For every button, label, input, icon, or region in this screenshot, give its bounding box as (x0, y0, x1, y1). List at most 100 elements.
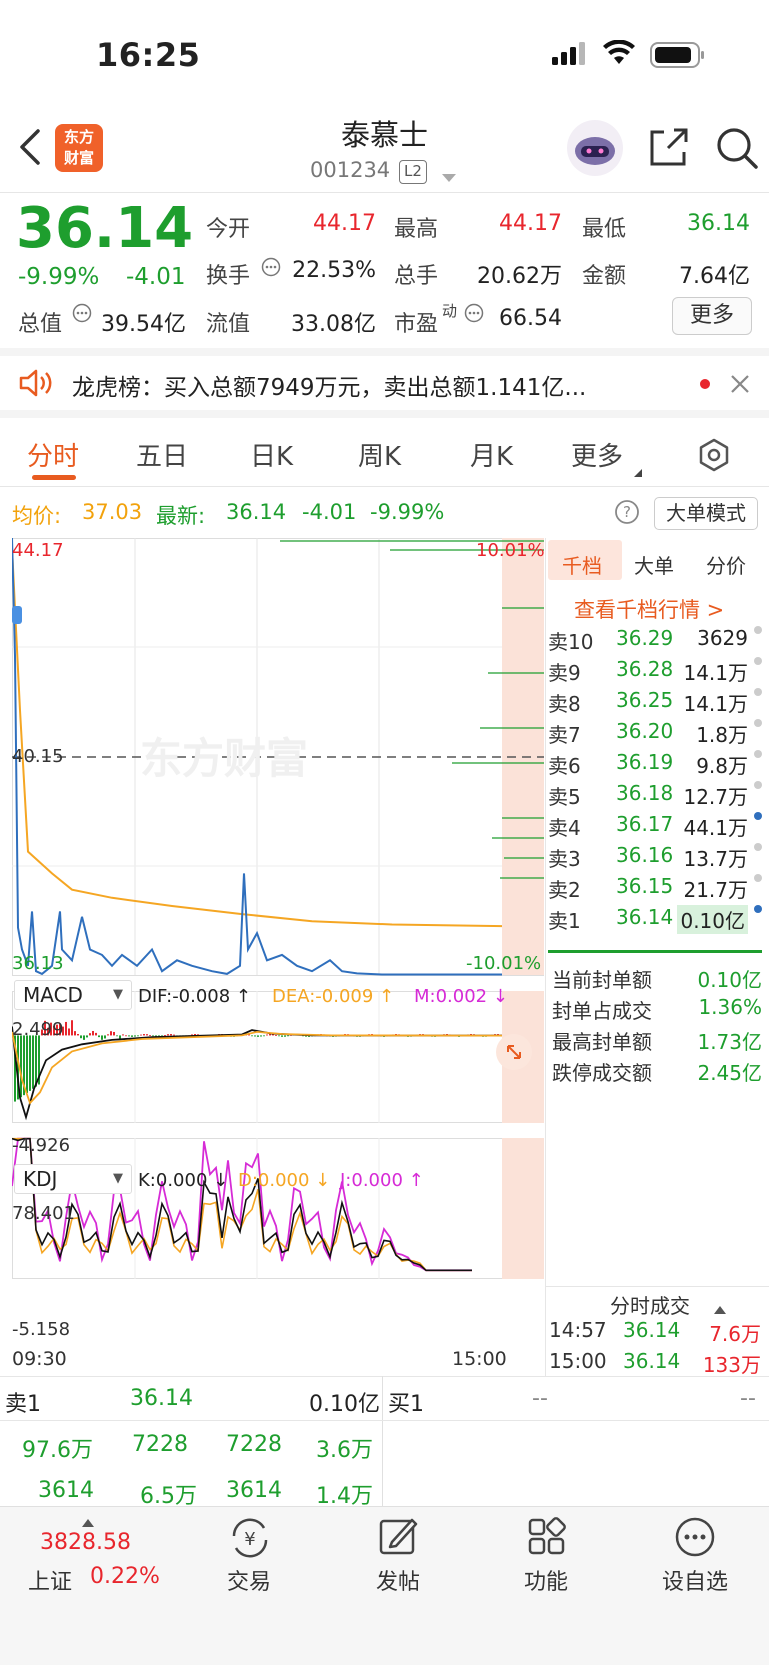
orderbook-sell-row[interactable]: 卖2 36.15 21.7万 (548, 874, 762, 905)
orderbook-sell-row[interactable]: 卖4 36.17 44.1万 (548, 812, 762, 843)
tab-month-k[interactable]: 月K (470, 436, 513, 473)
y-axis-bottom-price: 36.13 (12, 953, 64, 974)
orderbook-sell-row[interactable]: 卖8 36.25 14.1万 (548, 688, 762, 719)
macd-bar (101, 1035, 103, 1040)
high-label: 最高 (394, 217, 439, 242)
nav-add-watchlist[interactable]: 设自选 (645, 1564, 745, 1596)
sell-volume: 12.7万 (683, 785, 748, 809)
sell-price: 36.19 (616, 750, 674, 774)
close-icon[interactable] (730, 374, 750, 398)
orderbook-sell-row[interactable]: 卖9 36.28 14.1万 (548, 657, 762, 688)
news-ticker[interactable]: 龙虎榜：买入总额7949万元，卖出总额1.141亿... (72, 368, 662, 402)
functions-icon[interactable] (527, 1517, 567, 1561)
sell-volume: 21.7万 (683, 878, 748, 902)
last-price-label: 最新: (156, 504, 206, 528)
index-pct[interactable]: 0.22% (90, 1564, 160, 1589)
macd-m-value: M:0.002 ↓ (414, 986, 508, 1007)
marker-badge[interactable] (12, 606, 22, 624)
orderbook-sell-row[interactable]: 卖3 36.16 13.7万 (548, 843, 762, 874)
float-cap-value: 33.08亿 (291, 312, 376, 337)
y-axis-top-pct: 10.01% (476, 540, 545, 561)
orderbook-tab-big[interactable]: 大单 (634, 550, 674, 579)
orderbook-sell-row[interactable]: 卖6 36.19 9.8万 (548, 750, 762, 781)
bottom-buy1-price: -- (532, 1386, 548, 1411)
dropdown-caret-icon[interactable] (442, 168, 456, 187)
nav-trade[interactable]: 交易 (199, 1564, 299, 1596)
orderbook-sell-row[interactable]: 卖10 36.29 3629 (548, 626, 762, 657)
trades-title[interactable]: 分时成交 (610, 1290, 690, 1319)
sell-level-label: 卖2 (548, 878, 581, 902)
kdj-selector[interactable]: KDJ ▼ (14, 1164, 132, 1194)
index-value[interactable]: 3828.58 (40, 1530, 131, 1555)
stat-label: 当前封单额 (552, 968, 652, 992)
macd-bar (32, 1035, 34, 1089)
big-order-mode-button[interactable]: 大单模式 (654, 497, 758, 530)
robot-assistant-icon[interactable] (565, 118, 625, 182)
tab-intraday[interactable]: 分时 (27, 436, 79, 473)
tab-day-k[interactable]: 日K (250, 436, 293, 473)
order-dot (754, 781, 762, 789)
bottom-buy1-amount: -- (740, 1386, 756, 1411)
orderbook-tab-price[interactable]: 分价 (706, 550, 746, 579)
active-tab-indicator (32, 475, 76, 480)
more-dots-icon[interactable] (674, 1516, 716, 1562)
tab-more[interactable]: 更多 (571, 436, 623, 473)
post-icon[interactable] (378, 1516, 418, 1560)
stat-label: 最高封单额 (552, 1030, 652, 1054)
sell-volume: 9.8万 (696, 754, 748, 778)
sell-price: 36.20 (616, 719, 674, 743)
info-dots-icon[interactable] (261, 257, 281, 281)
level2-badge[interactable]: L2 (399, 160, 427, 184)
index-name[interactable]: 上证 (28, 1564, 72, 1596)
view-thousand-book-link[interactable]: 查看千档行情 > (574, 594, 724, 624)
sell-price: 36.16 (616, 843, 674, 867)
intraday-chart-area[interactable]: 东方财富 (12, 538, 544, 1376)
stat-label: 跌停成交额 (552, 1061, 652, 1085)
last-price-value: 36.14 (226, 500, 287, 524)
macd-bar (263, 1035, 265, 1037)
sell-volume: 44.1万 (683, 816, 748, 840)
y-axis-top-price: 44.17 (12, 540, 64, 561)
high-value: 44.17 (499, 211, 562, 236)
unread-dot (700, 379, 710, 389)
settings-gear-icon[interactable] (697, 438, 731, 476)
macd-bar (107, 1034, 109, 1036)
macd-bar (278, 1035, 280, 1037)
svg-text:?: ? (623, 503, 631, 521)
orderbook-sell-row[interactable]: 卖5 36.18 12.7万 (548, 781, 762, 812)
sell-volume: 1.8万 (696, 723, 748, 747)
orderbook-sell-row[interactable]: 卖7 36.20 1.8万 (548, 719, 762, 750)
search-icon[interactable] (715, 126, 759, 174)
kdj-j-line (12, 1137, 472, 1272)
macd-selector[interactable]: MACD ▼ (14, 980, 132, 1010)
nav-functions[interactable]: 功能 (496, 1564, 596, 1596)
nav-post[interactable]: 发帖 (348, 1564, 448, 1596)
turnover-label: 换手 (206, 264, 251, 289)
share-icon[interactable] (648, 126, 690, 172)
macd-bar (140, 1034, 142, 1036)
pe-label: 市盈 (394, 312, 439, 337)
orderbook-tab-thousand[interactable]: 千档 (562, 550, 602, 579)
volume-label: 总手 (394, 264, 439, 289)
amount-label: 金额 (582, 264, 627, 289)
macd-bar (173, 1034, 175, 1036)
orderbook-sell-row[interactable]: 卖1 36.14 0.10亿 (548, 905, 762, 936)
macd-bar (167, 1034, 169, 1036)
wifi-icon (602, 39, 636, 70)
macd-bar (86, 1035, 88, 1038)
macd-bar (95, 1032, 97, 1036)
order-dot (754, 812, 762, 820)
turnover-value: 22.53% (292, 258, 376, 283)
help-icon[interactable]: ? (614, 499, 640, 529)
trade-icon[interactable]: ¥ (228, 1518, 272, 1562)
macd-bar (254, 1035, 256, 1037)
bottom-sell1-amount: 0.10亿 (309, 1392, 380, 1417)
macd-bar (65, 1021, 67, 1036)
tab-week-k[interactable]: 周K (358, 436, 401, 473)
detail-cell: 3614 (226, 1478, 282, 1503)
kdj-y-bottom: -5.158 (12, 1319, 71, 1340)
more-quote-button[interactable]: 更多 (672, 297, 752, 335)
trade-price: 36.14 (623, 1318, 681, 1342)
tab-more-caret-icon (634, 462, 642, 481)
tab-five-day[interactable]: 五日 (136, 436, 188, 473)
